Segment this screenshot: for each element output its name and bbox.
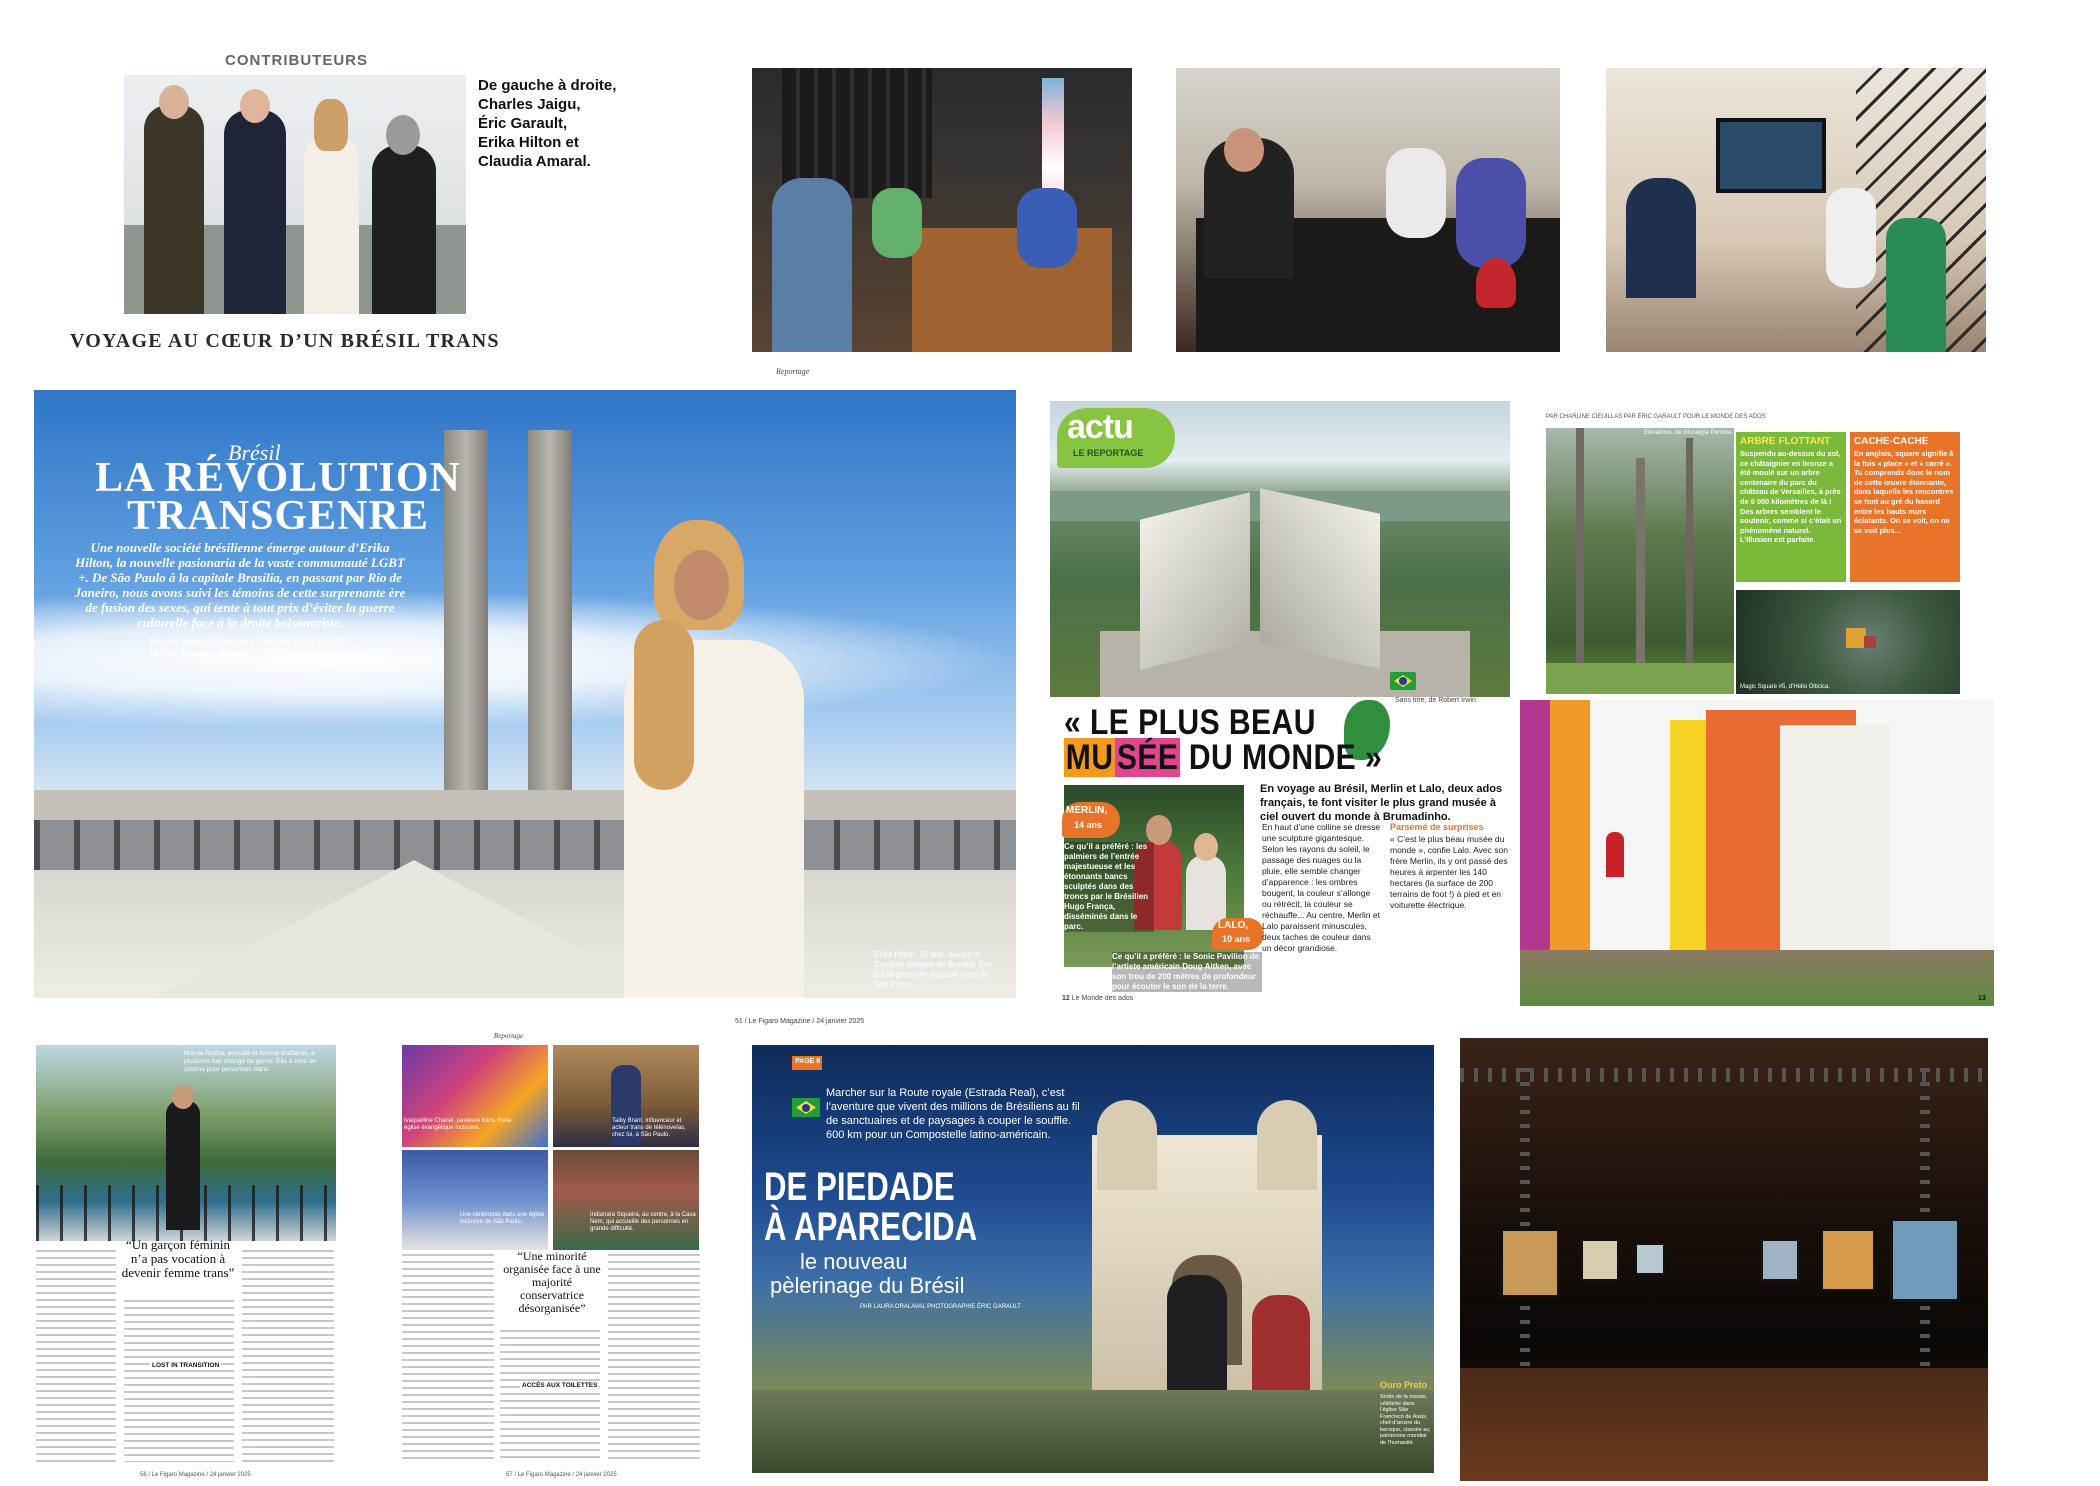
merlin-text: Ce qu’il a préféré : les palmiers de l’e… xyxy=(1064,842,1154,932)
subhead-acces-toilettes: ACCÈS AUX TOILETTES xyxy=(520,1382,600,1389)
photo-living-room xyxy=(1606,68,1986,352)
spread1-photo-caption: Erika Hilton, 31 ans, devant le Congrès … xyxy=(874,950,993,989)
lalo-text: Ce qu’il a préféré : le Sonic Pavilion d… xyxy=(1112,952,1262,992)
spread1-byline: De nos envoyés spéciaux Charles Jaigu (t… xyxy=(150,636,345,659)
subhead-lost-in-transition: LOST IN TRANSITION xyxy=(150,1362,222,1369)
contributors-caption: De gauche à droite, Charles Jaigu, Éric … xyxy=(478,77,617,170)
actu-credits: PAR CHARLINE CIEUILLAS PAR ÉRIC GARAULT … xyxy=(1546,414,1766,420)
actu-page-num-left: 12 Le Monde des ados xyxy=(1062,995,1133,1002)
caption-ivaquelline: Ivaquelline Chanel, pasteure trans d’une… xyxy=(404,1118,512,1131)
box1-text: Suspendu au-dessus du sol, ce châtaignie… xyxy=(1740,449,1842,545)
text-column xyxy=(242,1250,334,1462)
actu-col2-text: « C’est le plus beau musée du monde », c… xyxy=(1390,834,1508,910)
caption-taiby: Taiby Brant, influenceur et acteur trans… xyxy=(612,1118,686,1138)
piedade-subtitle-line1: le nouveau xyxy=(800,1249,908,1274)
box-arbre-flottant: ARBRE FLOTTANT Suspendu au-dessus du sol… xyxy=(1736,432,1846,582)
reportage-label-bottom: Reportage xyxy=(494,1032,524,1040)
spread1-intro: Une nouvelle société brésilienne émerge … xyxy=(74,540,406,630)
actu-badge-sub: LE REPORTAGE xyxy=(1073,448,1144,458)
piedade-title-line1: DE PIEDADE xyxy=(764,1165,955,1209)
piedade-title-line2: À APARECIDA xyxy=(764,1205,978,1249)
box2-title: CACHE-CACHE xyxy=(1854,436,1929,447)
actu-page-num-right: 13 xyxy=(1978,995,1986,1002)
brazil-flag-icon xyxy=(1390,672,1416,690)
folio-bottom-mid: 57 / Le Figaro Magazine / 24 janvier 202… xyxy=(506,1472,617,1478)
actu-title-see: SÉE xyxy=(1115,738,1181,777)
piedade-tag: PAGE 6 xyxy=(792,1056,822,1070)
merlin-name: MERLIN, xyxy=(1066,805,1108,816)
folio-bottom-left: 56 / Le Figaro Magazine / 24 janvier 202… xyxy=(140,1472,251,1478)
photo-gallery-hall xyxy=(1460,1038,1988,1481)
caption-marcia: Marcia Rocha, avocate et femme d’affaire… xyxy=(184,1050,316,1073)
piedade-byline: PAR LAURA ORALAVAL PHOTOGRAPHIE ÉRIC GAR… xyxy=(860,1304,1021,1310)
actu-photo-credit: Sans titre, de Robert Irwin. xyxy=(1395,697,1478,704)
actu-title-line1: « LE PLUS BEAU xyxy=(1064,703,1316,742)
actu-title-rest: DU MONDE » xyxy=(1180,738,1383,777)
actu-badge-label: actu xyxy=(1067,408,1134,446)
caption-trees: Elevations, de Giuseppe Penone. xyxy=(1644,430,1734,436)
text-column xyxy=(124,1300,234,1462)
ouro-preto-caption: Sortie de la messe, célébrée dans l’égli… xyxy=(1380,1394,1430,1446)
quote-minorite: “Une minorité organisée face à une major… xyxy=(503,1249,601,1315)
photo-aerial-magic-square xyxy=(1736,590,1960,694)
box2-text: En anglais, square signifie à la fois « … xyxy=(1854,449,1954,535)
photo-meeting-office xyxy=(752,68,1132,352)
spread1-folio: 51 / Le Figaro Magazine / 24 janvier 202… xyxy=(735,1018,865,1025)
spread1-title-line2: TRANSGENRE xyxy=(127,493,429,539)
piedade-intro: Marcher sur la Route royale (Estrada Rea… xyxy=(826,1087,1080,1141)
box1-title: ARBRE FLOTTANT xyxy=(1740,436,1831,447)
actu-title-mu: MU xyxy=(1064,738,1116,777)
text-column xyxy=(608,1254,700,1462)
brazil-flag-icon xyxy=(792,1098,820,1117)
caption-indianara: Indianara Siqueira, au centre, à la Casa… xyxy=(590,1212,696,1232)
reportage-label-top: Reportage xyxy=(776,367,810,376)
piedade-tag-label: PAGE 6 xyxy=(795,1058,821,1065)
text-column xyxy=(500,1330,600,1462)
actu-publication: Le Monde des ados xyxy=(1071,995,1134,1002)
actu-badge: actu LE REPORTAGE xyxy=(1057,408,1175,468)
text-column xyxy=(36,1250,116,1462)
actu-page-num: 12 xyxy=(1062,995,1070,1002)
actu-col2-heading: Parsemé de surprises xyxy=(1390,822,1484,832)
caption-ceremony: Une cérémonie dans une église inclusive … xyxy=(460,1212,545,1225)
lalo-badge: LALO, 10 ans xyxy=(1212,918,1264,950)
photo-ceremony xyxy=(402,1150,548,1250)
text-column xyxy=(402,1254,494,1462)
contributors-section-label: CONTRIBUTEURS xyxy=(225,52,368,69)
photo-meeting-table xyxy=(1176,68,1560,352)
merlin-badge: MERLIN, 14 ans xyxy=(1062,802,1120,838)
photo-casa-nem xyxy=(553,1150,699,1250)
caption-aerial: Magic Square #5, d’Helio Oiticica. xyxy=(1740,684,1831,690)
quote-garcon-feminin: “Un garçon féminin n’a pas vocation à de… xyxy=(121,1237,235,1280)
actu-standfirst: En voyage au Brésil, Merlin et Lalo, deu… xyxy=(1260,783,1503,823)
ouro-preto-place: Ouro Preto xyxy=(1380,1380,1428,1390)
photo-marcia-rocha xyxy=(36,1045,336,1241)
page1-headline: VOYAGE AU CŒUR D’UN BRÉSIL TRANS xyxy=(70,330,500,352)
merlin-age: 14 ans xyxy=(1074,820,1103,830)
piedade-subtitle-line2: pèlerinage du Brésil xyxy=(770,1273,965,1298)
actu-col1-text: En haut d’une colline se dresse une scul… xyxy=(1262,822,1381,953)
photo-magic-square-walls xyxy=(1520,700,1994,1006)
actu-title-line2: MUSÉE DU MONDE » xyxy=(1064,738,1382,778)
lalo-age: 10 ans xyxy=(1222,934,1251,944)
photo-floating-tree xyxy=(1546,428,1734,694)
box-cache-cache: CACHE-CACHE En anglais, square signifie … xyxy=(1850,432,1960,582)
contributors-photo xyxy=(124,75,466,314)
lalo-name: LALO, xyxy=(1218,920,1248,931)
